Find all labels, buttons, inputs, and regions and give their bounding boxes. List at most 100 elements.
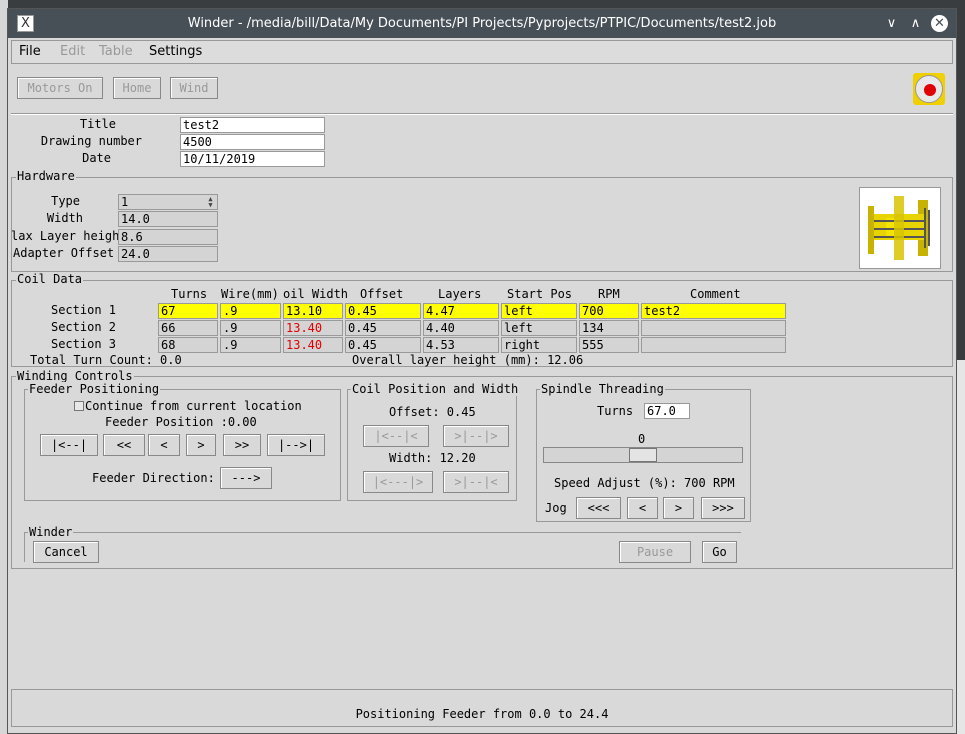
coil-image (859, 187, 941, 269)
section-2-wire[interactable]: .9 (220, 320, 281, 336)
header-coil-width: oil Width (283, 287, 349, 301)
feeder-position-readout: Feeder Position :0.00 (105, 415, 257, 429)
section-3-wire[interactable]: .9 (220, 337, 281, 353)
offset-left-button[interactable]: |<--|< (363, 425, 429, 447)
motors-on-button[interactable]: Motors On (17, 77, 103, 99)
continue-label: Continue from current location (85, 399, 302, 413)
header-offset: Offset (360, 287, 404, 301)
type-value: 1 (121, 195, 129, 209)
feeder-fast-left-button[interactable]: << (103, 434, 145, 456)
section-2-turns[interactable]: 66 (158, 320, 218, 336)
offset-right-button[interactable]: >|--|> (443, 425, 509, 447)
coil-position-legend: Coil Position and Width (351, 382, 520, 396)
feeder-direction-button[interactable]: ---> (220, 467, 272, 489)
width-shrink-button[interactable]: >|--|< (443, 471, 509, 493)
width-input[interactable]: 14.0 (118, 211, 218, 227)
type-label: Type (51, 194, 80, 208)
jog-fast-right-button[interactable]: >>> (701, 497, 745, 519)
status-bar: Positioning Feeder from 0.0 to 24.4 (11, 689, 953, 727)
section-2-offset[interactable]: 0.45 (345, 320, 421, 336)
spinner-arrows-icon[interactable]: ▲ ▼ (206, 196, 215, 209)
emergency-stop-icon[interactable] (913, 73, 945, 105)
section-2-start[interactable]: left (501, 320, 577, 336)
hardware-legend: Hardware (16, 169, 76, 183)
section-3-offset[interactable]: 0.45 (345, 337, 421, 353)
max-layer-input[interactable]: 8.6 (118, 229, 218, 245)
speed-slider[interactable] (543, 447, 743, 463)
feeder-fast-right-button[interactable]: >> (223, 434, 261, 456)
continue-checkbox[interactable] (74, 401, 84, 411)
drawing-number-input[interactable]: 4500 (180, 134, 325, 150)
slider-thumb[interactable] (629, 448, 657, 462)
header-wire: Wire(mm) (221, 287, 279, 301)
section-1-rpm[interactable]: 700 (579, 303, 639, 319)
maximize-icon[interactable]: ∧ (907, 15, 924, 32)
feeder-right-button[interactable]: > (186, 434, 216, 456)
header-layers: Layers (438, 287, 482, 301)
overall-layer-height: Overall layer height (mm): 12.06 (352, 353, 584, 367)
section-2-comment[interactable] (641, 320, 786, 336)
section-1-layers[interactable]: 4.47 (423, 303, 499, 319)
title-input[interactable]: test2 (180, 117, 325, 133)
feeder-left-button[interactable]: < (148, 434, 180, 456)
type-spinbox[interactable]: 1 ▲ ▼ (118, 194, 218, 210)
title-bar[interactable]: X Winder - /media/bill/Data/My Documents… (8, 9, 956, 38)
spindle-turns-input[interactable]: 67.0 (644, 403, 690, 419)
menu-table[interactable]: Table (99, 44, 133, 59)
section-3-turns[interactable]: 68 (158, 337, 218, 353)
feeder-far-left-button[interactable]: |<--| (40, 434, 98, 456)
section-3-layers[interactable]: 4.53 (423, 337, 499, 353)
winder-legend: Winder (28, 525, 74, 539)
section-2-label: Section 2 (50, 320, 116, 334)
cancel-button[interactable]: Cancel (33, 541, 99, 563)
section-3-rpm[interactable]: 555 (579, 337, 639, 353)
winder-window: X Winder - /media/bill/Data/My Documents… (7, 8, 957, 734)
spindle-turns-label: Turns (597, 404, 634, 418)
total-turn-count: Total Turn Count: 0.0 (30, 353, 182, 367)
status-text: Positioning Feeder from 0.0 to 24.4 (355, 707, 609, 721)
section-1-offset[interactable]: 0.45 (345, 303, 421, 319)
minimize-icon[interactable]: ∨ (883, 15, 900, 32)
adapter-offset-input[interactable]: 24.0 (118, 246, 218, 262)
date-input[interactable]: 10/11/2019 (180, 151, 325, 167)
section-3-start[interactable]: right (501, 337, 577, 353)
section-3-label: Section 3 (50, 337, 116, 351)
header-turns: Turns (171, 287, 208, 301)
menu-edit[interactable]: Edit (60, 44, 85, 59)
pause-button[interactable]: Pause (619, 541, 691, 563)
section-1-comment[interactable]: test2 (641, 303, 786, 319)
emergency-stop-dot (924, 84, 936, 96)
menu-settings[interactable]: Settings (149, 44, 202, 59)
width-label: Width (46, 211, 83, 225)
section-2-layers[interactable]: 4.40 (423, 320, 499, 336)
section-1-label: Section 1 (50, 303, 116, 317)
home-button[interactable]: Home (113, 77, 161, 99)
wind-button[interactable]: Wind (170, 77, 218, 99)
go-button[interactable]: Go (702, 541, 737, 563)
section-3-comment[interactable] (641, 337, 786, 353)
header-start-pos: Start Pos (507, 287, 573, 301)
section-1-turns[interactable]: 67 (158, 303, 218, 319)
close-icon[interactable]: ✕ (931, 15, 948, 32)
spindle-threading-legend: Spindle Threading (540, 382, 665, 396)
emergency-stop-ring (915, 75, 943, 103)
section-2-rpm[interactable]: 134 (579, 320, 639, 336)
date-label: Date (82, 151, 111, 165)
width-expand-button[interactable]: |<---|> (363, 471, 433, 493)
section-1-width[interactable]: 13.10 (283, 303, 343, 319)
drawing-number-label: Drawing number (40, 134, 142, 148)
jog-right-button[interactable]: > (663, 497, 694, 519)
menu-bar: File Edit Table Settings (11, 40, 953, 64)
speed-adjust-readout: Speed Adjust (%): 700 RPM (554, 476, 735, 490)
section-2-width[interactable]: 13.40 (283, 320, 343, 336)
jog-fast-left-button[interactable]: <<< (576, 497, 621, 519)
section-3-width[interactable]: 13.40 (283, 337, 343, 353)
section-1-start[interactable]: left (501, 303, 577, 319)
header-comment: Comment (690, 287, 741, 301)
coil-width-readout: Width: 12.20 (389, 451, 476, 465)
jog-left-button[interactable]: < (627, 497, 658, 519)
feeder-far-right-button[interactable]: |-->| (267, 434, 325, 456)
section-1-wire[interactable]: .9 (220, 303, 281, 319)
menu-file[interactable]: File (19, 44, 41, 59)
coil-offset-readout: Offset: 0.45 (389, 405, 476, 419)
